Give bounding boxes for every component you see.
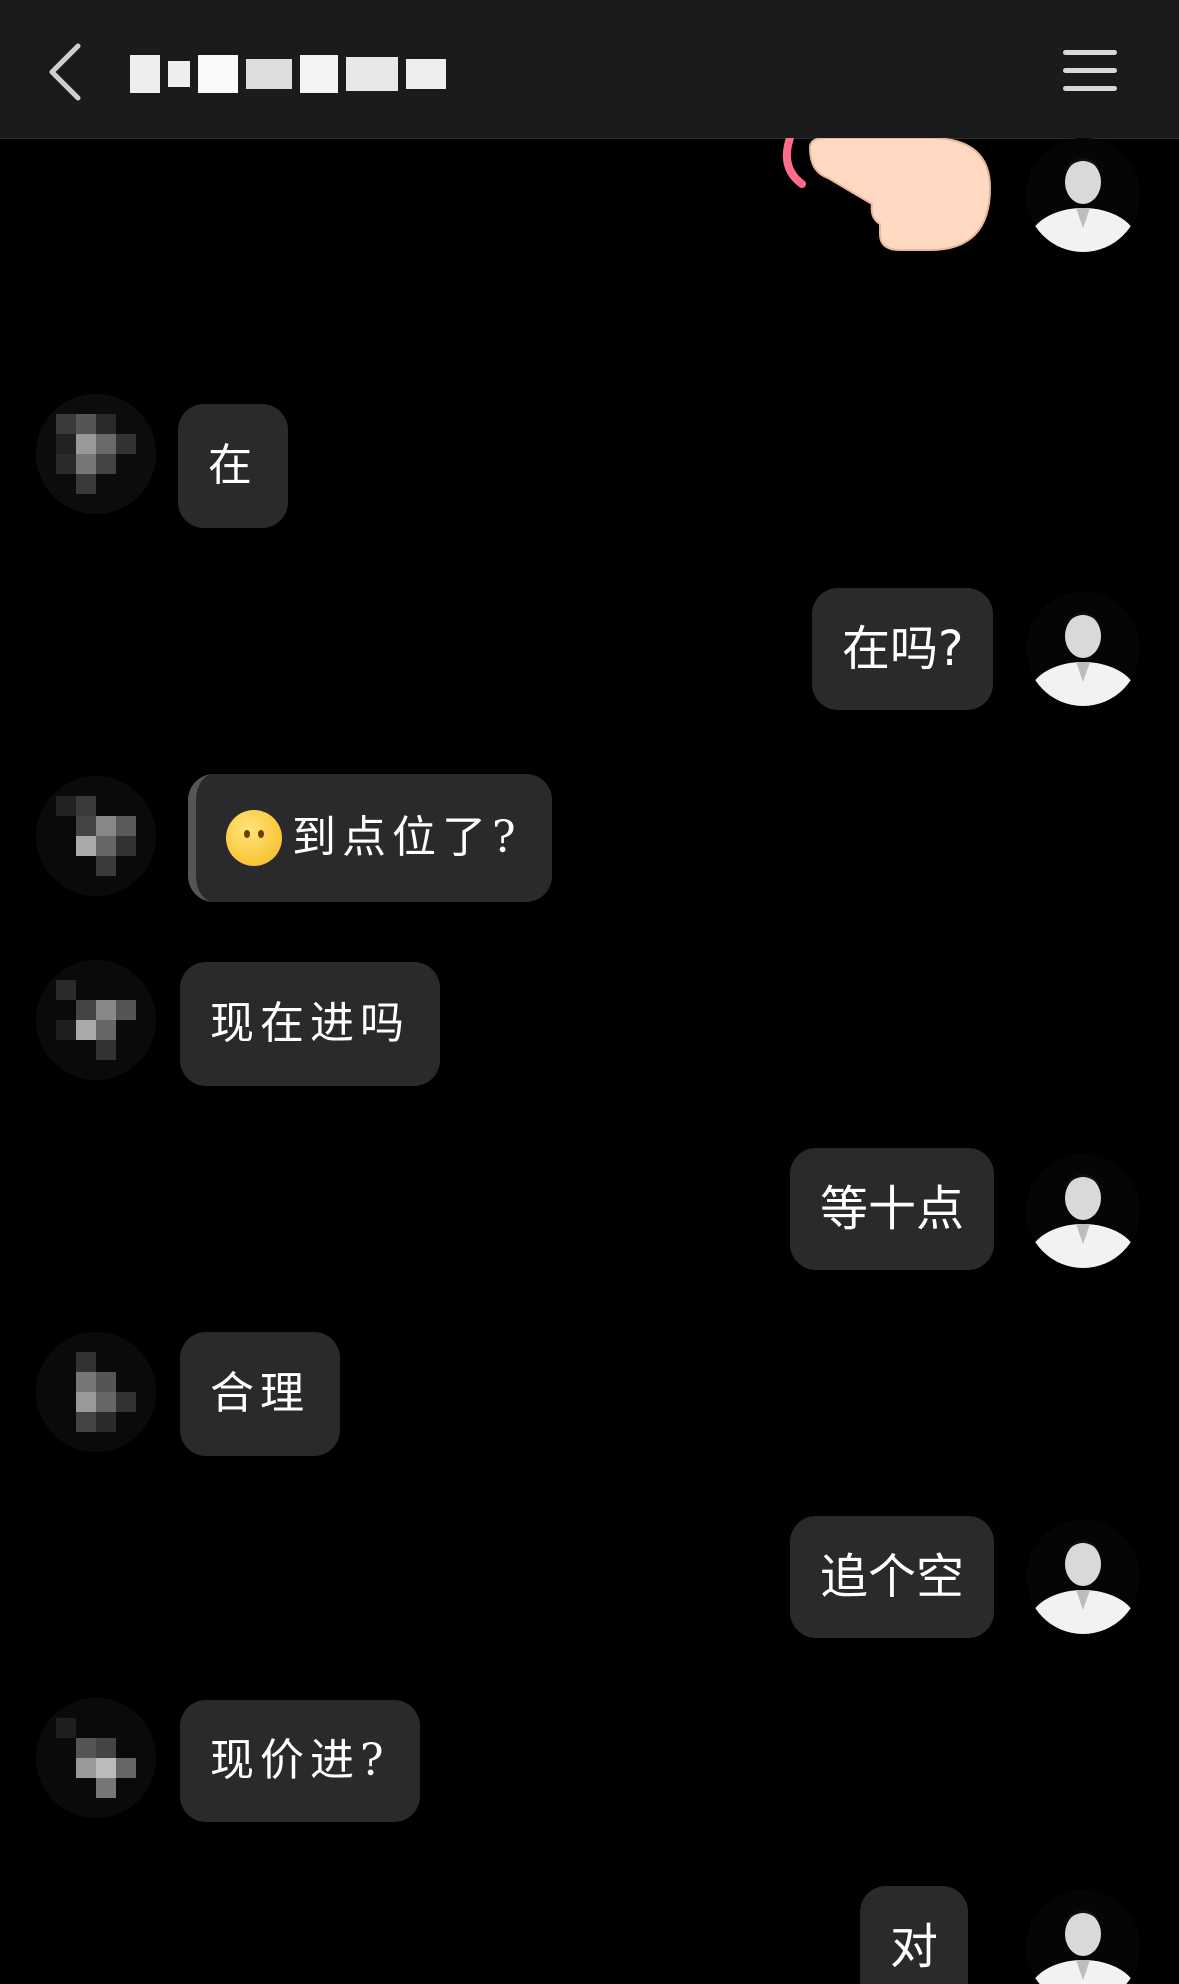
- message-text: 等十点: [820, 1181, 965, 1237]
- contact-avatar-pixelated[interactable]: [36, 776, 156, 896]
- chat-header: [0, 0, 1179, 139]
- message-bubble-outgoing[interactable]: 追个空: [790, 1516, 995, 1638]
- hamburger-menu-icon[interactable]: [1063, 50, 1117, 94]
- contact-avatar-pixelated[interactable]: [36, 1698, 156, 1818]
- message-text: 在: [208, 440, 258, 491]
- message-text: 对: [890, 1919, 939, 1975]
- message-row: 在吗?: [0, 588, 1179, 718]
- my-avatar[interactable]: [1026, 1520, 1140, 1634]
- my-avatar[interactable]: [1026, 1154, 1140, 1268]
- contact-avatar-pixelated[interactable]: [36, 394, 156, 514]
- message-row: 在: [0, 394, 1179, 534]
- message-row: 现价进?: [0, 1694, 1179, 1824]
- my-avatar[interactable]: [1026, 592, 1140, 706]
- contact-avatar-pixelated[interactable]: [36, 1332, 156, 1452]
- message-row: 现在进吗: [0, 960, 1179, 1090]
- thinking-face-emoji-icon: [226, 810, 282, 866]
- pointing-hand-sticker: [783, 138, 992, 251]
- message-text: 到点位了?: [292, 812, 522, 863]
- my-avatar[interactable]: [1026, 1890, 1140, 1984]
- message-text: 现在进吗: [210, 998, 410, 1049]
- message-bubble-outgoing[interactable]: 等十点: [790, 1148, 995, 1270]
- message-row: 合理: [0, 1332, 1179, 1462]
- message-text: 在吗?: [842, 621, 964, 677]
- message-row: [0, 138, 1179, 268]
- chevron-left-icon[interactable]: [44, 40, 88, 104]
- message-row: 对: [0, 1886, 1179, 1984]
- message-text: 现价进?: [210, 1735, 390, 1786]
- my-avatar[interactable]: [1026, 138, 1140, 252]
- message-bubble-incoming[interactable]: 合理: [180, 1332, 340, 1456]
- message-bubble-outgoing[interactable]: 对: [860, 1886, 969, 1984]
- message-bubble-outgoing[interactable]: 在吗?: [812, 588, 994, 710]
- message-bubble-incoming[interactable]: 现在进吗: [180, 962, 440, 1086]
- message-row: 追个空: [0, 1516, 1179, 1646]
- message-text: 合理: [210, 1368, 310, 1419]
- message-row: 到点位了?: [0, 770, 1179, 905]
- message-row: 等十点: [0, 1148, 1179, 1278]
- contact-avatar-pixelated[interactable]: [36, 960, 156, 1080]
- message-text: 追个空: [820, 1549, 965, 1605]
- contact-name-redacted[interactable]: [130, 50, 454, 98]
- message-bubble-incoming[interactable]: 现价进?: [180, 1700, 420, 1822]
- message-bubble-incoming[interactable]: 在: [178, 404, 288, 528]
- message-bubble-incoming[interactable]: 到点位了?: [188, 774, 552, 902]
